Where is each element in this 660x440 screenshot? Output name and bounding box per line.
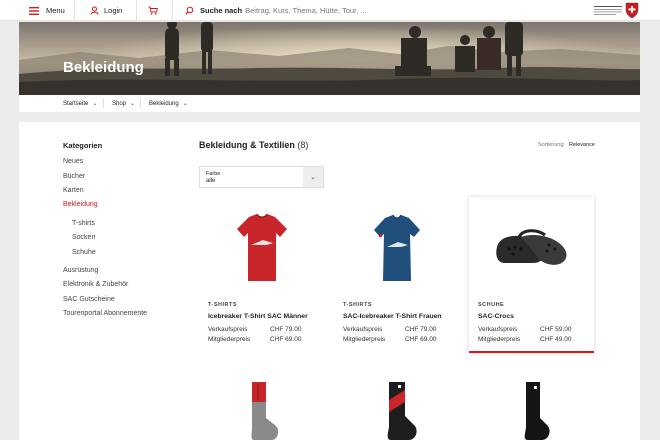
- member-price-value: CHF 69.00: [405, 336, 437, 343]
- divider: [136, 0, 137, 21]
- price-row: Verkaufspreis CHF 59.00: [478, 326, 585, 333]
- sidebar-item-elektronik[interactable]: Elektronik & Zubehör: [63, 281, 128, 288]
- product-name: SAC-Crocs: [478, 313, 514, 320]
- product-image-red-grey-sock[interactable]: [199, 380, 324, 440]
- search-prefix: Suche nach: [200, 6, 243, 15]
- cart-button[interactable]: [148, 0, 158, 21]
- chevron-down-icon: ⌄: [130, 101, 136, 107]
- sidebar-item-neues[interactable]: Neues: [63, 158, 83, 165]
- member-price-value: CHF 69.00: [270, 336, 302, 343]
- hamburger-icon: [29, 6, 39, 15]
- sidebar-item-tshirts[interactable]: T-shirts: [72, 220, 95, 227]
- price-value: CHF 79.00: [405, 326, 437, 333]
- price-label: Verkaufspreis: [208, 326, 248, 333]
- product-image-black-crocs: [469, 207, 594, 287]
- search-field[interactable]: Suche nach Beitrag, Kurs, Thema, Hütte, …: [185, 0, 367, 21]
- sidebar-item-bekleidung[interactable]: Bekleidung: [63, 201, 98, 208]
- sidebar-item-ausruestung[interactable]: Ausrüstung: [63, 267, 98, 274]
- price-value: CHF 79.00: [270, 326, 302, 333]
- chevron-down-icon: ⌄: [92, 101, 98, 107]
- user-icon: [90, 6, 99, 15]
- filter-value: alle: [206, 178, 216, 184]
- sidebar-item-tourenportal[interactable]: Tourenportal Abonnemente: [63, 310, 147, 317]
- cart-icon: [148, 6, 158, 15]
- price-label: Verkaufspreis: [343, 326, 383, 333]
- member-price-label: Mitgliederpreis: [343, 336, 386, 343]
- login-button[interactable]: Login: [90, 0, 122, 21]
- listing-count: (8): [297, 140, 309, 150]
- chevron-down-icon: ⌄: [182, 101, 188, 107]
- price-row: Verkaufspreis CHF 79.00: [208, 326, 315, 333]
- breadcrumb-item-home[interactable]: Startseite ⌄: [63, 95, 97, 112]
- divider: [140, 99, 141, 108]
- product-image-black-red-sock[interactable]: [334, 380, 459, 440]
- main-content: Kategorien Neues Bücher Karten Bekleidun…: [19, 122, 640, 440]
- member-price-label: Mitgliederpreis: [208, 336, 251, 343]
- product-image-black-sock[interactable]: [469, 380, 594, 440]
- sidebar-item-buecher[interactable]: Bücher: [63, 173, 85, 180]
- login-label: Login: [104, 6, 123, 15]
- product-card[interactable]: SCHUHE SAC-Crocs Verkaufspreis CHF 59.00 …: [469, 197, 594, 353]
- breadcrumb-label: Startseite: [63, 100, 89, 107]
- sidebar-item-gutscheine[interactable]: SAC Gutscheine: [63, 296, 115, 303]
- chevron-down-icon[interactable]: ⌄: [303, 167, 323, 187]
- member-price-label: Mitgliederpreis: [478, 336, 521, 343]
- divider: [74, 0, 75, 21]
- listing-title: Bekleidung & Textilien (8): [199, 140, 308, 150]
- product-image-red-tshirt: [199, 207, 324, 287]
- top-navigation-bar: Menu Login Suche nach Beitrag, Kurs, The…: [0, 0, 660, 21]
- page-title: Bekleidung: [63, 59, 144, 76]
- product-category: T-SHIRTS: [208, 302, 238, 308]
- product-card[interactable]: T-SHIRTS Icebreaker T-Shirt SAC Männer V…: [199, 197, 324, 353]
- sac-logo[interactable]: [594, 2, 640, 19]
- member-price-value: CHF 49.00: [540, 336, 572, 343]
- breadcrumb-item-shop[interactable]: Shop ⌄: [112, 95, 135, 112]
- product-category: SCHUHE: [478, 302, 505, 308]
- menu-label: Menu: [46, 6, 65, 15]
- breadcrumb-label: Bekleidung: [149, 100, 179, 107]
- product-card[interactable]: T-SHIRTS SAC-Icebreaker T-Shirt Frauen V…: [334, 197, 459, 353]
- breadcrumb: Startseite ⌄ Shop ⌄ Bekleidung ⌄: [19, 95, 640, 112]
- price-label: Verkaufspreis: [478, 326, 518, 333]
- product-name: SAC-Icebreaker T-Shirt Frauen: [343, 313, 442, 320]
- product-category: T-SHIRTS: [343, 302, 373, 308]
- divider: [103, 99, 104, 108]
- filter-label: Farbe: [206, 171, 221, 177]
- color-filter-select[interactable]: Farbe alle ⌄: [199, 166, 324, 188]
- member-price-row: Mitgliederpreis CHF 69.00: [343, 336, 450, 343]
- price-value: CHF 59.00: [540, 326, 572, 333]
- sidebar-item-schuhe[interactable]: Schuhe: [72, 249, 96, 256]
- sidebar-item-socken[interactable]: Socken: [72, 234, 95, 241]
- sort-label: Sortierung:: [538, 142, 565, 148]
- breadcrumb-item-bekleidung[interactable]: Bekleidung ⌄: [149, 95, 188, 112]
- sidebar-item-karten[interactable]: Karten: [63, 187, 84, 194]
- search-icon: [185, 6, 194, 15]
- sidebar-title: Kategorien: [63, 141, 103, 150]
- product-image-blue-tshirt: [334, 207, 459, 287]
- hero-banner: Bekleidung: [19, 22, 640, 95]
- menu-button[interactable]: Menu: [29, 0, 65, 21]
- breadcrumb-label: Shop: [112, 100, 127, 107]
- listing-title-text: Bekleidung & Textilien: [199, 140, 295, 150]
- member-price-row: Mitgliederpreis CHF 69.00: [208, 336, 315, 343]
- member-price-row: Mitgliederpreis CHF 49.00: [478, 336, 585, 343]
- price-row: Verkaufspreis CHF 79.00: [343, 326, 450, 333]
- product-name: Icebreaker T-Shirt SAC Männer: [208, 313, 308, 320]
- search-placeholder: Beitrag, Kurs, Thema, Hütte, Tour, ...: [245, 6, 367, 15]
- divider: [172, 0, 173, 21]
- sort-select[interactable]: Relevance: [569, 142, 595, 148]
